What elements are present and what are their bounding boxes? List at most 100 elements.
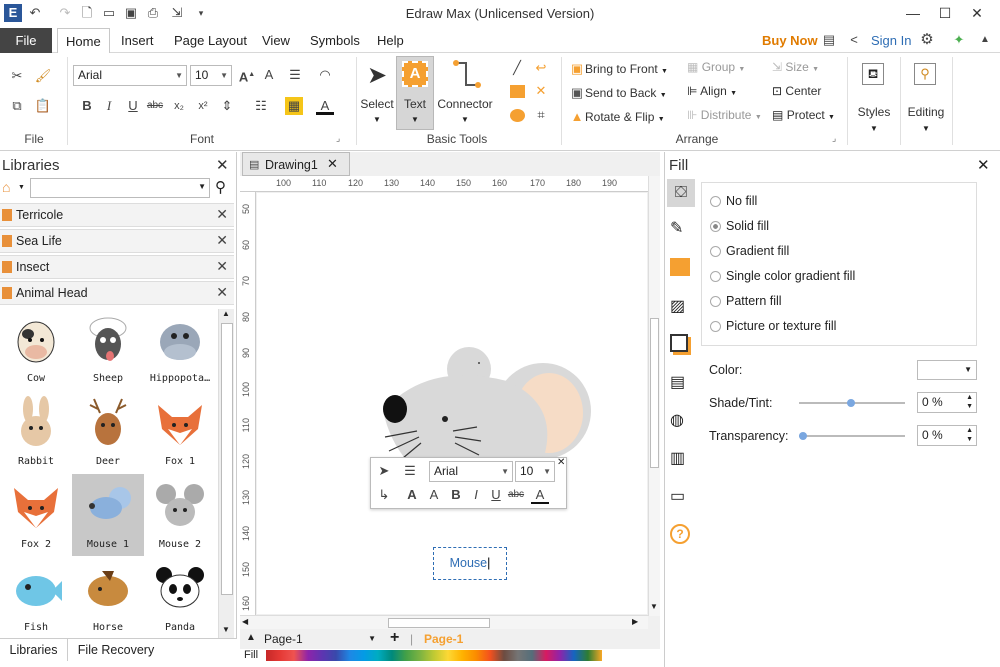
shrink-font-icon[interactable]: A (425, 486, 443, 504)
italic-icon[interactable]: I (467, 486, 485, 504)
tab-libraries[interactable]: Libraries (0, 639, 68, 661)
align-button[interactable]: ⊫ Align ▼ (687, 84, 737, 98)
rectangle-tool-icon[interactable] (510, 85, 525, 98)
shape-cow[interactable]: Cow (0, 308, 72, 390)
italic-icon[interactable]: I (100, 97, 118, 115)
connector-tool-button[interactable]: Connector ▼ (434, 57, 496, 129)
tab-symbols[interactable]: Symbols (302, 28, 368, 53)
page-properties-icon[interactable]: ▤ (670, 372, 685, 392)
transparency-input[interactable]: 0 % ▲ ▼ (917, 425, 977, 446)
shape-fox-1[interactable]: Fox 1 (144, 391, 216, 473)
library-item-terricole[interactable]: Terricole ✕ (0, 203, 234, 227)
font-family-select[interactable]: Arial ▼ (73, 65, 187, 86)
shrink-font-icon[interactable]: A (260, 66, 278, 84)
tab-help[interactable]: Help (369, 28, 412, 53)
canvas-h-scrollbar[interactable]: ◀ ▶ (240, 615, 648, 629)
close-libraries-icon[interactable]: ✕ (216, 156, 229, 174)
scroll-left-icon[interactable]: ◀ (242, 617, 248, 626)
close-icon[interactable]: ✕ (216, 258, 228, 275)
shape-deer[interactable]: Deer (72, 391, 144, 473)
format-painter-icon[interactable]: 🖌 (34, 67, 52, 85)
settings-gear-icon[interactable]: ⚙ (918, 31, 936, 49)
radio-no-fill[interactable] (710, 196, 721, 207)
superscript-icon[interactable]: x² (194, 97, 212, 115)
font-color-icon[interactable]: A (316, 97, 334, 115)
bold-icon[interactable]: B (78, 97, 96, 115)
arc-tool-icon[interactable]: ↩ (532, 59, 550, 77)
shade-tint-input[interactable]: 0 % ▲ ▼ (917, 392, 977, 413)
library-scrollbar[interactable]: ▲ ▼ (218, 309, 234, 639)
scroll-right-icon[interactable]: ▶ (632, 617, 638, 626)
library-search-input[interactable]: ▼ (30, 178, 210, 198)
bring-to-front-button[interactable]: ▣ Bring to Front ▼ (569, 60, 681, 78)
fill-bucket-icon[interactable]: ⛋ (667, 179, 695, 207)
library-item-sea-life[interactable]: Sea Life ✕ (0, 229, 234, 253)
canvas-v-scrollbar[interactable]: ▼ (648, 176, 660, 616)
radio-single-color-gradient-fill[interactable] (710, 271, 721, 282)
tab-view[interactable]: View (254, 28, 298, 53)
shape-panda[interactable]: Panda (144, 557, 216, 639)
image-icon[interactable]: ▨ (670, 296, 685, 316)
collapse-pages-icon[interactable]: ▲ (246, 632, 256, 643)
globe-icon[interactable]: ◍ (670, 410, 684, 430)
bullet-list-icon[interactable]: ☷ (252, 97, 270, 115)
chevron-down-icon[interactable]: ▼ (18, 184, 25, 191)
transparency-slider[interactable] (799, 432, 905, 440)
mini-font-select[interactable]: Arial ▼ (429, 461, 513, 482)
pointer-icon[interactable]: ➤ (375, 462, 393, 480)
group-button[interactable]: ▦ Group ▼ (687, 60, 745, 74)
drawing-page[interactable]: ➤ ☰ Arial ▼ 10 ▼ ✕ ↳ A A B I U abc A Mouse… (257, 193, 647, 614)
scroll-thumb[interactable] (650, 318, 659, 468)
grow-font-icon[interactable]: A▲ (238, 66, 256, 84)
buy-now-link[interactable]: Buy Now (762, 33, 818, 48)
distribute-button[interactable]: ⊪ Distribute ▼ (687, 108, 762, 122)
rotate-flip-button[interactable]: ▲ Rotate & Flip ▼ (569, 108, 681, 126)
close-window-button[interactable]: ✕ (962, 2, 992, 24)
radio-pattern-fill[interactable] (710, 296, 721, 307)
page-selector[interactable]: Page-1 ▼ (264, 632, 380, 648)
collapse-ribbon-icon[interactable]: ▲ (976, 31, 994, 49)
underline-icon[interactable]: U (487, 486, 505, 504)
line-pen-icon[interactable]: ✎ (670, 218, 683, 238)
shape-sheep[interactable]: Sheep (72, 308, 144, 390)
grow-font-icon[interactable]: A (403, 486, 421, 504)
scroll-down-icon[interactable]: ▼ (650, 602, 658, 611)
close-icon[interactable]: ✕ (216, 284, 228, 301)
library-item-animal-head[interactable]: Animal Head ✕ (0, 281, 234, 305)
sign-in-link[interactable]: Sign In (871, 33, 911, 48)
library-item-insect[interactable]: Insect ✕ (0, 255, 234, 279)
mini-size-select[interactable]: 10 ▼ (515, 461, 555, 482)
editing-button[interactable]: ⚲ Editing ▼ (904, 59, 948, 141)
shape-fox-2[interactable]: Fox 2 (0, 474, 72, 556)
shape-horse[interactable]: Horse (72, 557, 144, 639)
color-picker[interactable]: ▼ (917, 360, 977, 380)
subscript-icon[interactable]: x₂ (170, 97, 188, 115)
note-icon[interactable]: ▥ (670, 448, 685, 468)
page-tab[interactable]: Page-1 (424, 632, 463, 646)
text-tool-button[interactable]: A Text ▼ (396, 56, 434, 130)
slider-thumb[interactable] (799, 432, 807, 440)
highlight-color-icon[interactable]: ▦ (285, 97, 303, 115)
comment-icon[interactable]: ▭ (670, 486, 685, 506)
styles-button[interactable]: ⛾ Styles ▼ (852, 59, 896, 141)
shape-mouse-2[interactable]: Mouse 2 (144, 474, 216, 556)
tab-file[interactable]: File (0, 28, 52, 53)
help-icon[interactable]: ? (670, 524, 690, 544)
close-icon[interactable]: ✕ (557, 457, 565, 468)
spin-arrows-icon[interactable]: ▲ ▼ (966, 426, 973, 444)
strikethrough-icon[interactable]: abc (507, 486, 525, 504)
color-swatches[interactable] (266, 650, 602, 661)
scroll-thumb[interactable] (221, 323, 233, 595)
add-page-button[interactable]: + (390, 629, 399, 647)
curve-text-icon[interactable]: ◠ (316, 66, 334, 84)
document-tab[interactable]: ▤ Drawing1 ✕ (242, 152, 350, 176)
crop-tool-icon[interactable]: ⌗ (532, 106, 550, 124)
search-icon[interactable]: ⚲ (215, 178, 226, 196)
radio-solid-fill[interactable] (710, 221, 721, 232)
save-cloud-icon[interactable]: ▤ (820, 31, 838, 49)
cut-icon[interactable]: ✂ (8, 67, 26, 85)
text-align-icon[interactable]: ☰ (286, 66, 304, 84)
scroll-down-icon[interactable]: ▼ (222, 625, 230, 634)
font-color-icon[interactable]: A (531, 486, 549, 504)
arrange-dialog-launcher-icon[interactable]: ⌟ (832, 133, 836, 144)
